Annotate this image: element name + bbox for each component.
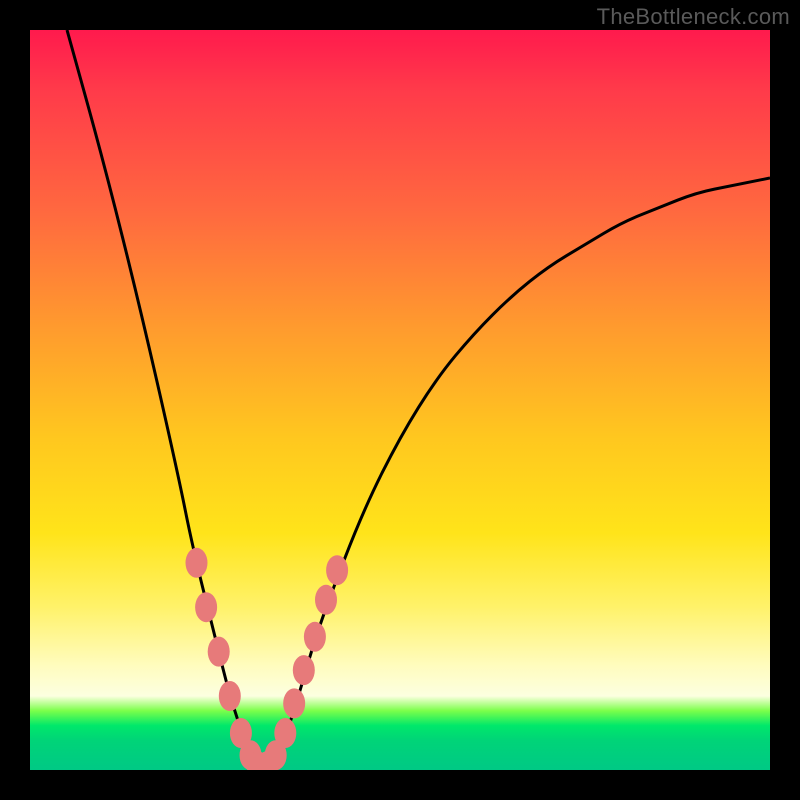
highlight-dot (283, 688, 305, 718)
highlight-dot (219, 681, 241, 711)
watermark-text: TheBottleneck.com (597, 4, 790, 30)
highlight-dot (208, 637, 230, 667)
highlight-dot (315, 585, 337, 615)
plot-area (30, 30, 770, 770)
highlight-dot (186, 548, 208, 578)
bottleneck-curve (67, 30, 770, 770)
bottleneck-curve-path (67, 30, 770, 770)
curve-svg (30, 30, 770, 770)
highlight-dot (293, 655, 315, 685)
highlight-dot (195, 592, 217, 622)
chart-frame: TheBottleneck.com (0, 0, 800, 800)
highlight-dots (186, 548, 349, 770)
highlight-dot (274, 718, 296, 748)
highlight-dot (304, 622, 326, 652)
highlight-dot (326, 555, 348, 585)
